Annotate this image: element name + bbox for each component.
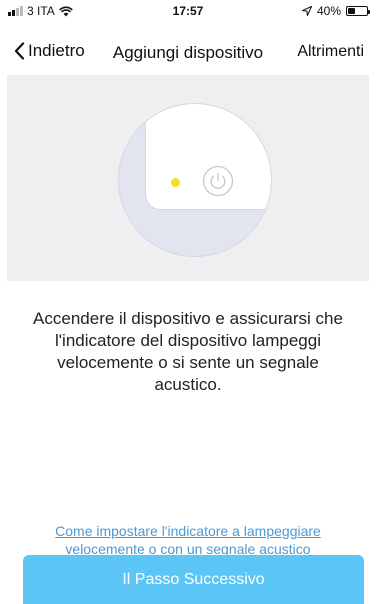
battery-icon	[346, 6, 370, 16]
next-step-button[interactable]: Il Passo Successivo	[23, 555, 364, 604]
device-illustration	[7, 75, 369, 281]
status-bar: 3 ITA 17:57 40%	[0, 0, 376, 20]
otherwise-button[interactable]: Altrimenti	[297, 43, 364, 61]
device-image	[145, 104, 271, 210]
battery-percent: 40%	[316, 4, 341, 18]
battery-level	[348, 8, 356, 14]
illustration-circle	[118, 103, 272, 257]
navigation-bar: Indietro Aggiungi dispositivo Altrimenti	[0, 32, 376, 72]
status-right: 40%	[301, 4, 370, 18]
location-arrow-icon	[301, 6, 312, 16]
power-icon	[202, 165, 234, 197]
help-link[interactable]: Come impostare l'indicatore a lampeggiar…	[30, 522, 346, 558]
indicator-led	[171, 178, 180, 187]
instruction-text: Accendere il dispositivo e assicurarsi c…	[33, 309, 343, 394]
